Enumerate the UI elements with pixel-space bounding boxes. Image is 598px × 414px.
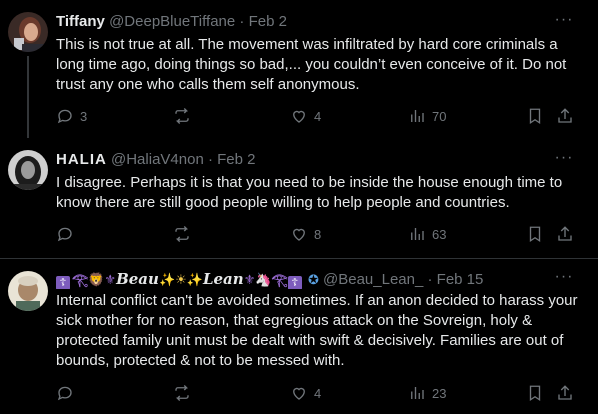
bookmark-button[interactable]: [526, 224, 544, 244]
like-button[interactable]: 8: [290, 224, 321, 244]
cross-icon: ☦: [56, 276, 70, 289]
action-bar: 3 4 70: [56, 106, 578, 126]
share-button[interactable]: [556, 106, 574, 126]
repost-icon: [175, 226, 189, 242]
reply-count: 3: [80, 108, 88, 124]
tweet-header: ☦ 𓂀🦁⚜Beau✨☀✨Lean⚜🦄𓂀 ☦ ✪ @Beau_Lean_ · Feb …: [56, 269, 558, 289]
tweet-text: This is not true at all. The movement wa…: [56, 36, 567, 93]
lion-icon: 🦁: [88, 272, 105, 287]
reply-button[interactable]: [56, 383, 80, 403]
cross-icon: ☦: [287, 276, 302, 289]
like-count: 8: [314, 226, 322, 242]
more-icon[interactable]: ···: [554, 150, 574, 172]
views-count: 23: [432, 385, 447, 401]
more-icon[interactable]: ···: [554, 12, 574, 34]
separator: ·: [427, 271, 433, 288]
like-icon: [293, 387, 305, 400]
like-icon: [293, 110, 305, 123]
tweet-text: Internal conflict can't be avoided somet…: [56, 292, 578, 369]
avatar[interactable]: [8, 12, 48, 52]
verified-icon: ✪: [307, 272, 319, 287]
views-icon: [411, 387, 424, 399]
unicorn-icon: 🦄: [255, 272, 272, 287]
more-icon[interactable]: ···: [554, 269, 574, 291]
tweet-header: HALIA @HaliaV4non · Feb 2: [56, 150, 558, 170]
share-icon: [558, 226, 572, 241]
repost-button[interactable]: [173, 383, 197, 403]
repost-icon: [175, 108, 189, 124]
display-name-word: Beau: [116, 270, 159, 288]
views-count: 63: [432, 226, 447, 242]
reply-icon: [57, 227, 72, 242]
bookmark-icon: [529, 226, 541, 243]
tweet-tiffany[interactable]: Tiffany @DeepBlueTiffane · Feb 2 ··· Thi…: [0, 0, 598, 138]
tweet-header: Tiffany @DeepBlueTiffane · Feb 2: [56, 12, 558, 32]
repost-icon: [175, 385, 189, 401]
repost-button[interactable]: [173, 106, 197, 126]
views-icon: [411, 110, 424, 122]
views-icon: [411, 228, 424, 240]
display-name[interactable]: Tiffany: [56, 13, 105, 30]
like-button[interactable]: 4: [290, 383, 321, 403]
like-count: 4: [314, 108, 322, 124]
action-bar: 8 63: [56, 224, 578, 244]
share-icon: [558, 385, 572, 400]
sparkles-icon: ✨: [186, 272, 203, 287]
bookmark-button[interactable]: [526, 383, 544, 403]
display-name-word: Lean: [202, 270, 244, 288]
user-handle[interactable]: @Beau_Lean_: [323, 271, 423, 288]
share-button[interactable]: [556, 383, 574, 403]
share-icon: [558, 108, 572, 123]
fleur-de-lis-icon: ⚜: [104, 272, 117, 287]
views-button[interactable]: 63: [408, 224, 446, 244]
reply-icon: [57, 386, 72, 401]
bookmark-button[interactable]: [526, 106, 544, 126]
views-count: 70: [432, 108, 447, 124]
separator: ·: [239, 13, 245, 30]
reply-button[interactable]: [56, 224, 80, 244]
share-button[interactable]: [556, 224, 574, 244]
eye-of-horus-icon: 𓂀: [271, 272, 288, 287]
timestamp[interactable]: Feb 15: [437, 271, 484, 288]
user-handle[interactable]: @HaliaV4non: [111, 151, 204, 168]
views-button[interactable]: 70: [408, 106, 446, 126]
tweet-text: I disagree. Perhaps it is that you need …: [56, 174, 563, 211]
sun-icon: ☀: [175, 272, 187, 287]
tweet-beau-lean[interactable]: ☦ 𓂀🦁⚜Beau✨☀✨Lean⚜🦄𓂀 ☦ ✪ @Beau_Lean_ · Feb …: [0, 258, 598, 414]
sparkles-icon: ✨: [158, 272, 176, 287]
display-name[interactable]: HALIA: [56, 151, 107, 168]
avatar[interactable]: [8, 271, 48, 311]
timestamp[interactable]: Feb 2: [217, 151, 255, 168]
bookmark-icon: [529, 385, 541, 402]
like-button[interactable]: 4: [290, 106, 321, 126]
like-count: 4: [314, 385, 322, 401]
action-bar: 4 23: [56, 383, 578, 403]
tweet-halia[interactable]: HALIA @HaliaV4non · Feb 2 ··· I disagree…: [0, 138, 598, 258]
reply-button[interactable]: 3: [56, 106, 87, 126]
eye-of-horus-icon: 𓂀: [72, 272, 89, 287]
repost-button[interactable]: [173, 224, 197, 244]
avatar[interactable]: [8, 150, 48, 190]
timestamp[interactable]: Feb 2: [249, 13, 287, 30]
display-name[interactable]: ☦ 𓂀🦁⚜Beau✨☀✨Lean⚜🦄𓂀 ☦: [56, 270, 308, 289]
thread-line: [27, 56, 29, 138]
fleur-de-lis-icon: ⚜: [243, 272, 256, 287]
bookmark-icon: [529, 108, 541, 125]
like-icon: [293, 228, 305, 241]
user-handle[interactable]: @DeepBlueTiffane: [109, 13, 235, 30]
separator: ·: [207, 151, 213, 168]
views-button[interactable]: 23: [408, 383, 446, 403]
reply-icon: [57, 109, 72, 124]
